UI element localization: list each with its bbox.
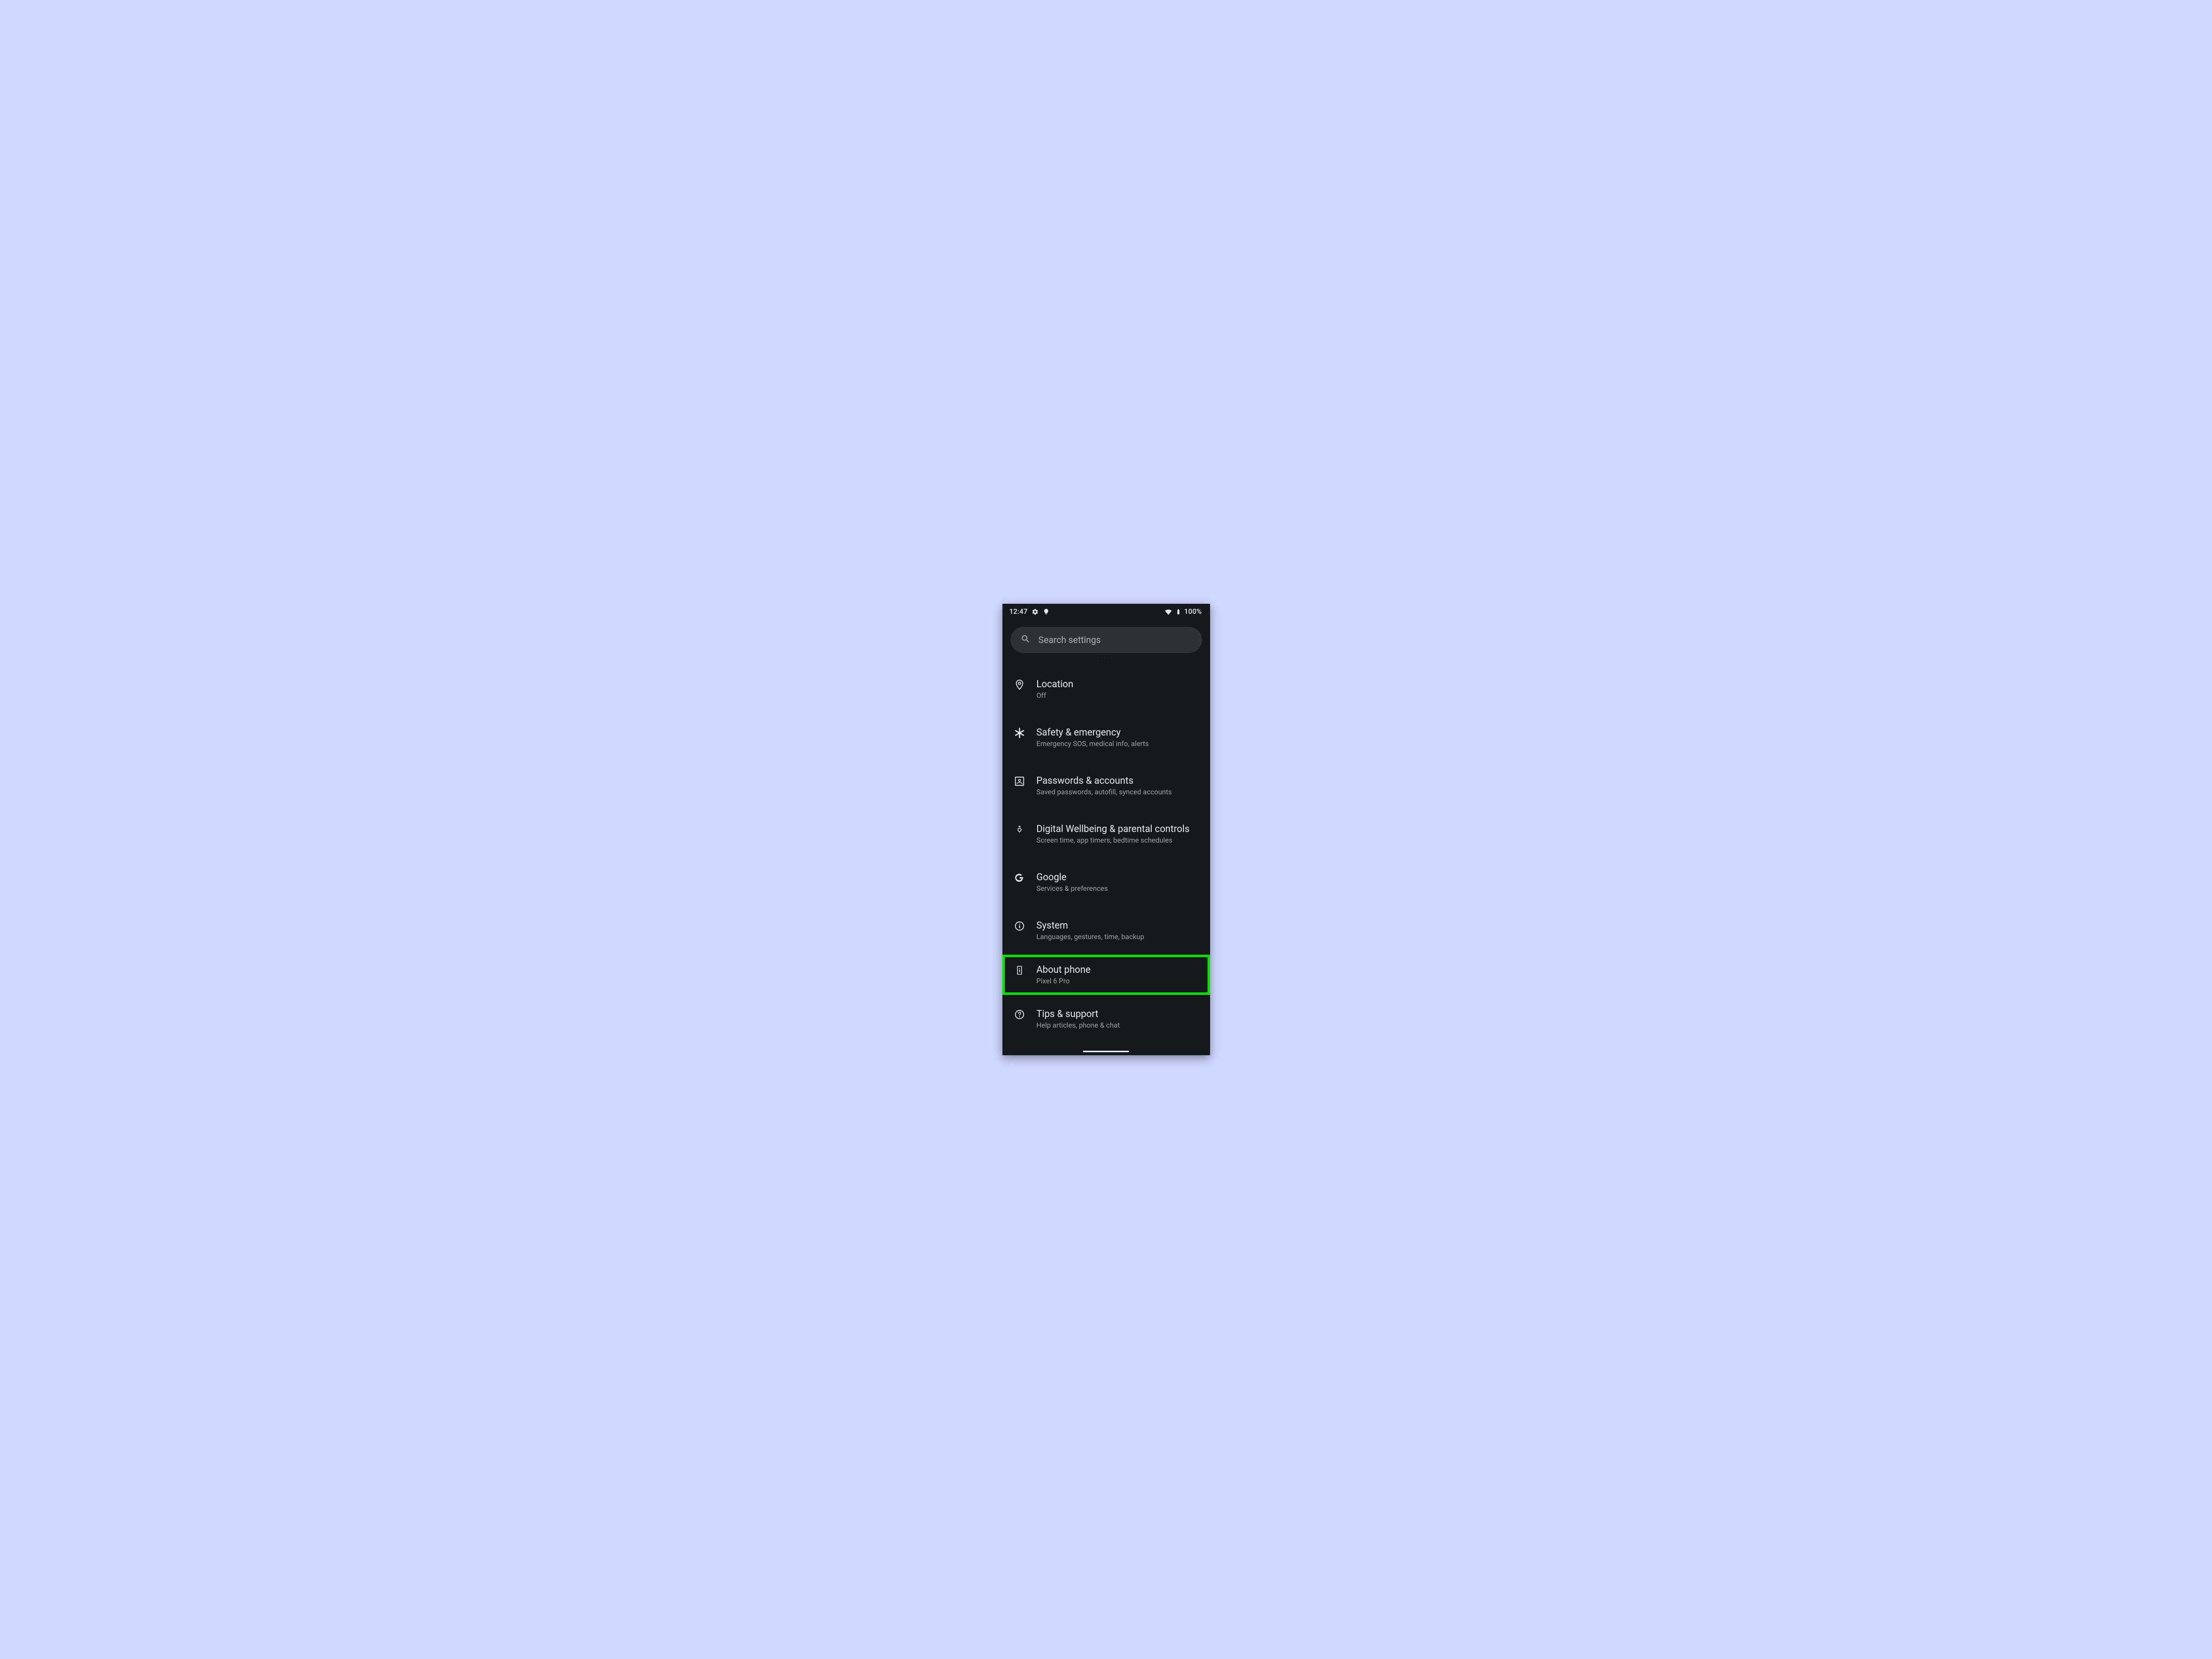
status-time: 12:47 [1009,608,1028,616]
item-subtitle: Services & preferences [1037,884,1202,894]
settings-item-location[interactable]: Location Off [1002,665,1210,713]
gesture-nav-handle[interactable] [1083,1051,1129,1052]
wellbeing-icon [1013,823,1026,836]
settings-item-tips[interactable]: Tips & support Help articles, phone & ch… [1002,995,1210,1043]
google-g-icon [1013,872,1026,884]
account-box-icon [1013,775,1026,787]
settings-item-google[interactable]: Google Services & preferences [1002,858,1210,906]
asterisk-icon [1013,727,1026,739]
location-pin-icon [1013,679,1026,691]
settings-item-passwords[interactable]: Passwords & accounts Saved passwords, au… [1002,762,1210,810]
item-title: Location [1037,678,1202,690]
settings-item-wellbeing[interactable]: Digital Wellbeing & parental controls Sc… [1002,810,1210,858]
status-battery-text: 100% [1184,608,1202,616]
item-subtitle: Emergency SOS, medical info, alerts [1037,740,1202,749]
settings-list[interactable]: Location Off Safety & emergency Emergenc… [1002,665,1210,1043]
scrolled-row-peek: · · · [1002,657,1210,665]
search-icon [1021,634,1031,647]
item-title: Safety & emergency [1037,726,1202,739]
item-title: Google [1037,871,1202,883]
search-placeholder: Search settings [1039,635,1101,646]
gear-icon [1032,608,1039,615]
item-subtitle: Pixel 6 Pro [1037,977,1202,986]
settings-item-system[interactable]: System Languages, gestures, time, backup [1002,906,1210,955]
item-subtitle: Screen time, app timers, bedtime schedul… [1037,836,1202,846]
settings-item-safety[interactable]: Safety & emergency Emergency SOS, medica… [1002,713,1210,762]
item-title: About phone [1037,963,1202,976]
item-title: Digital Wellbeing & parental controls [1037,822,1202,835]
battery-icon [1175,608,1181,616]
item-title: Tips & support [1037,1007,1202,1020]
wifi-icon [1164,608,1172,616]
help-circle-icon [1013,1008,1026,1021]
item-subtitle: Off [1037,691,1202,701]
search-settings-input[interactable]: Search settings [1010,627,1202,653]
info-circle-icon [1013,920,1026,932]
item-subtitle: Saved passwords, autofill, synced accoun… [1037,788,1202,797]
phone-about-icon [1013,964,1026,976]
item-title: System [1037,919,1202,932]
search-container: Search settings [1002,620,1210,657]
item-subtitle: Languages, gestures, time, backup [1037,933,1202,942]
bulb-icon [1043,608,1050,615]
phone-frame: 12:47 100% Search settings [1002,604,1210,1055]
item-title: Passwords & accounts [1037,774,1202,787]
item-subtitle: Help articles, phone & chat [1037,1021,1202,1031]
settings-item-about-phone[interactable]: About phone Pixel 6 Pro [1002,955,1210,995]
status-bar: 12:47 100% [1002,604,1210,620]
